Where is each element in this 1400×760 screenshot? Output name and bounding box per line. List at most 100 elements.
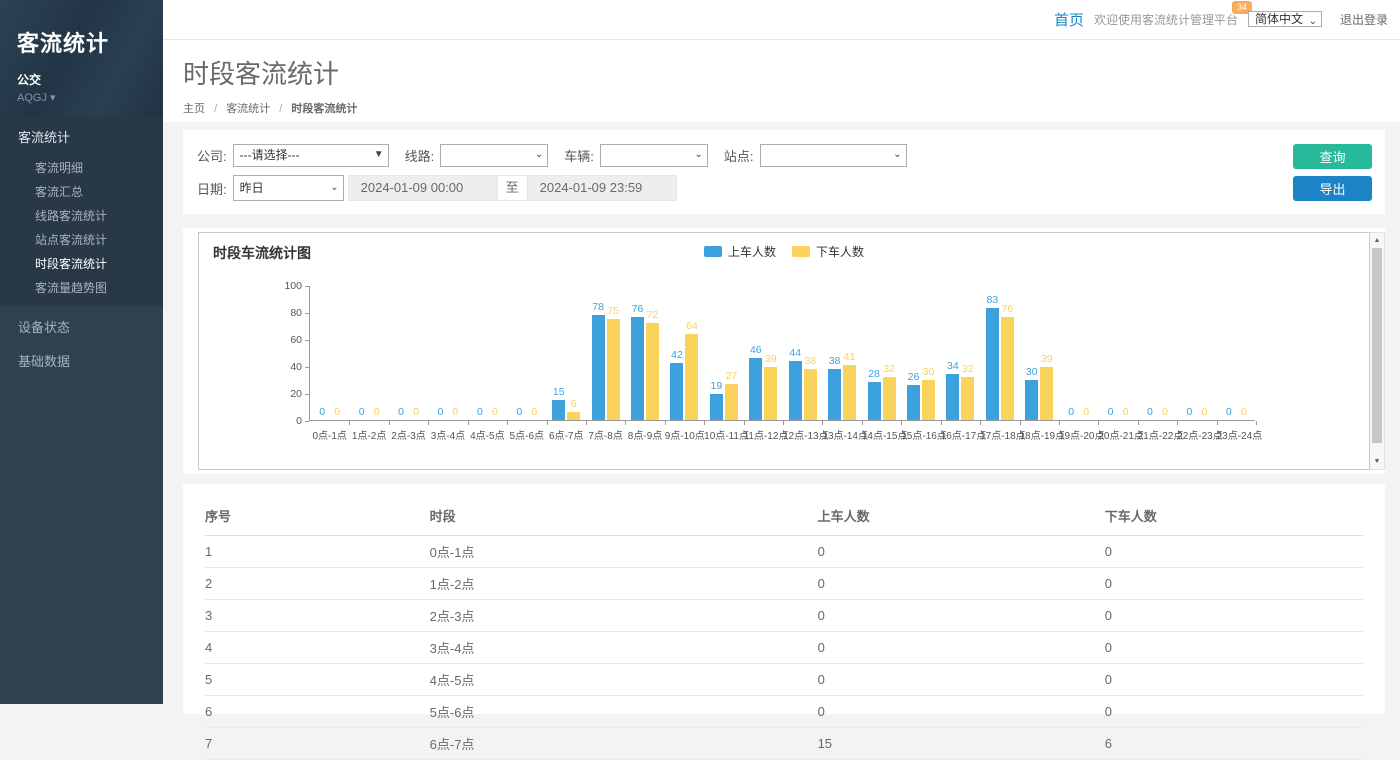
sidebar-submenu-item[interactable]: 时段客流统计 xyxy=(0,250,163,274)
logout-link[interactable]: 退出登录 xyxy=(1340,11,1388,28)
export-button[interactable]: 导出 xyxy=(1293,176,1372,201)
sidebar-submenu-item[interactable]: 客流明细 xyxy=(0,154,163,178)
table-cell: 15 xyxy=(818,728,1105,760)
x-axis-tick xyxy=(783,421,784,425)
x-axis-tick xyxy=(547,421,548,425)
table-cell: 0 xyxy=(818,696,1105,728)
sidebar-submenu-item[interactable]: 线路客流统计 xyxy=(0,202,163,226)
table-cell: 0 xyxy=(818,568,1105,600)
sidebar-profile: 客流统计 公交 AQGJ ▾ xyxy=(0,0,163,117)
table-cell: 3点-4点 xyxy=(430,632,818,664)
table-cell: 4 xyxy=(205,632,430,664)
station-label: 站点: xyxy=(724,146,754,165)
chart-bar-value: 64 xyxy=(678,320,706,332)
x-axis-category-label: 23点-24点 xyxy=(1217,427,1256,442)
sidebar-section-passenger-stats[interactable]: 客流统计 xyxy=(0,118,163,154)
table-cell: 0 xyxy=(818,536,1105,568)
table-column-header: 序号 xyxy=(205,498,430,536)
sidebar-submenu-item[interactable]: 客流汇总 xyxy=(0,178,163,202)
y-axis-tick-label: 100 xyxy=(268,280,302,292)
table-column-header: 时段 xyxy=(430,498,818,536)
sidebar-item-device-status[interactable]: 设备状态 xyxy=(0,308,163,340)
y-axis-tick xyxy=(305,340,309,341)
date-to-label: 至 xyxy=(498,175,527,201)
home-link[interactable]: 首页 xyxy=(1054,9,1084,30)
chevron-down-icon: ▾ xyxy=(50,92,56,104)
y-axis-tick-label: 0 xyxy=(268,415,302,427)
chart-vertical-scrollbar[interactable]: ▲ ▼ xyxy=(1370,232,1385,470)
date-to-input[interactable]: 2024-01-09 23:59 xyxy=(527,175,677,201)
x-axis-tick xyxy=(1217,421,1218,425)
x-axis-category-label: 11点-12点 xyxy=(744,427,783,442)
breadcrumb-home[interactable]: 主页 xyxy=(183,103,205,115)
chart-bar-value: 32 xyxy=(954,363,982,375)
triangle-down-icon: ▼ xyxy=(374,145,384,164)
legend-item-alighting[interactable]: 下车人数 xyxy=(792,243,864,260)
org-code-dropdown[interactable]: AQGJ ▾ xyxy=(17,91,163,104)
sidebar-submenu-item[interactable]: 站点客流统计 xyxy=(0,226,163,250)
chart-bar xyxy=(961,377,974,420)
language-select[interactable]: 简体中文 ⌄ xyxy=(1248,11,1322,27)
chart-bar xyxy=(764,367,777,420)
chart-plot: 020406080100000点-1点001点-2点002点-3点003点-4点… xyxy=(309,286,1255,421)
table-cell: 5点-6点 xyxy=(430,696,818,728)
table-row: 10点-1点00 xyxy=(205,536,1363,568)
chart-bar xyxy=(685,334,698,420)
x-axis-category-label: 9点-10点 xyxy=(665,427,704,442)
station-select[interactable]: ⌄ xyxy=(760,144,907,167)
chart-bar-value: 0 xyxy=(1230,406,1258,418)
date-label: 日期: xyxy=(197,179,227,198)
scroll-down-icon[interactable]: ▼ xyxy=(1370,455,1384,468)
date-from-input[interactable]: 2024-01-09 00:00 xyxy=(348,175,498,201)
vehicle-select[interactable]: ⌄ xyxy=(600,144,708,167)
table-cell: 0 xyxy=(1105,664,1363,696)
x-axis-category-label: 1点-2点 xyxy=(349,427,388,442)
chevron-down-icon: ⌄ xyxy=(330,176,338,200)
breadcrumb-passenger-stats[interactable]: 客流统计 xyxy=(226,103,270,115)
x-axis-tick xyxy=(1059,421,1060,425)
line-select[interactable]: ⌄ xyxy=(440,144,548,167)
company-select[interactable]: ---请选择--- ▼ xyxy=(233,144,389,167)
x-axis-category-label: 3点-4点 xyxy=(428,427,467,442)
table-column-header: 上车人数 xyxy=(818,498,1105,536)
table-cell: 5 xyxy=(205,664,430,696)
chart-bar xyxy=(804,369,817,420)
chart-bar-value: 72 xyxy=(639,309,667,321)
table-cell: 7 xyxy=(205,728,430,760)
page-title: 时段客流统计 xyxy=(183,54,1400,91)
table-cell: 0 xyxy=(1105,696,1363,728)
date-preset-select[interactable]: 昨日 ⌄ xyxy=(233,175,344,201)
filter-row-2: 日期: 昨日 ⌄ 2024-01-09 00:00 至 2024-01-09 2… xyxy=(197,176,1371,200)
chart-bar xyxy=(843,365,856,420)
chart-bar xyxy=(907,385,920,420)
legend-swatch-boarding xyxy=(704,246,722,257)
table-cell: 0 xyxy=(818,632,1105,664)
scrollbar-thumb[interactable] xyxy=(1372,248,1382,443)
x-axis-tick xyxy=(1256,421,1257,425)
x-axis-tick xyxy=(507,421,508,425)
sidebar-item-base-data[interactable]: 基础数据 xyxy=(0,342,163,374)
x-axis-category-label: 17点-18点 xyxy=(980,427,1019,442)
chart-bar-value: 6 xyxy=(560,398,588,410)
breadcrumb: 主页 / 客流统计 / 时段客流统计 xyxy=(183,100,1400,116)
chart-bar xyxy=(567,412,580,420)
scroll-up-icon[interactable]: ▲ xyxy=(1370,234,1384,247)
chevron-down-icon: ⌄ xyxy=(1309,12,1317,31)
query-button[interactable]: 查询 xyxy=(1293,144,1372,169)
x-axis-tick xyxy=(1138,421,1139,425)
x-axis-category-label: 18点-19点 xyxy=(1020,427,1059,442)
x-axis-tick xyxy=(625,421,626,425)
table-cell: 0 xyxy=(818,600,1105,632)
x-axis-tick xyxy=(941,421,942,425)
chart-bar-value: 39 xyxy=(1033,353,1061,365)
legend-item-boarding[interactable]: 上车人数 xyxy=(704,243,776,260)
x-axis-tick xyxy=(862,421,863,425)
vehicle-label: 车辆: xyxy=(564,146,594,165)
x-axis-tick xyxy=(1177,421,1178,425)
x-axis-tick xyxy=(1020,421,1021,425)
table-row: 54点-5点00 xyxy=(205,664,1363,696)
chart-bar xyxy=(592,315,605,420)
table-column-header: 下车人数 xyxy=(1105,498,1363,536)
sidebar-submenu-item[interactable]: 客流量趋势图 xyxy=(0,274,163,298)
filter-panel: 公司: ---请选择--- ▼ 线路: ⌄ 车辆: ⌄ 站点: ⌄ xyxy=(183,130,1385,214)
